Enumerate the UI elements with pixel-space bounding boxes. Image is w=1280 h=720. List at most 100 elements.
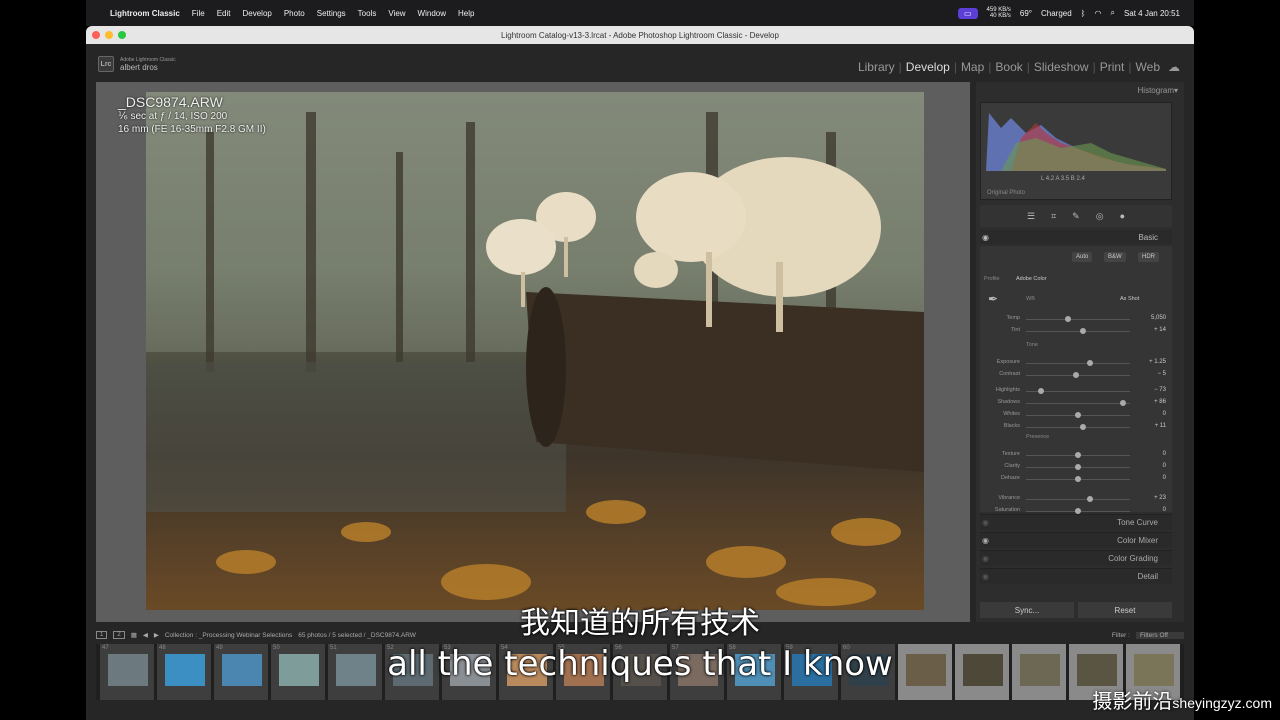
menu-develop[interactable]: Develop (242, 9, 271, 18)
module-book[interactable]: Book (995, 60, 1022, 74)
menu-photo[interactable]: Photo (284, 9, 305, 18)
module-slideshow[interactable]: Slideshow (1034, 60, 1089, 74)
red-eye-icon[interactable]: ◎ (1096, 211, 1104, 222)
slider-thumb[interactable] (1072, 372, 1079, 378)
edit-sliders-icon[interactable]: ☰ (1027, 211, 1035, 222)
masking-icon[interactable]: ● (1120, 211, 1125, 221)
slider-whites[interactable]: Whites 0 (980, 410, 1172, 420)
cloud-icon[interactable]: ☁ (1168, 60, 1180, 74)
color-mixer-panel[interactable]: ◉ Color Mixer (980, 532, 1172, 548)
slider-thumb[interactable] (1087, 496, 1094, 502)
minimize-window-button[interactable] (105, 31, 113, 39)
slider-label: Temp (1006, 315, 1020, 321)
menu-window[interactable]: Window (418, 9, 446, 18)
zoom-window-button[interactable] (118, 31, 126, 39)
bw-button[interactable]: B&W (1104, 252, 1126, 262)
slider-temp[interactable]: Temp 5,050 (980, 314, 1172, 324)
slider-value[interactable]: 5,050 (1151, 315, 1166, 321)
eye-icon[interactable]: ◉ (982, 233, 989, 242)
slider-thumb[interactable] (1075, 476, 1081, 482)
bluetooth-icon[interactable]: ᛒ (1081, 9, 1086, 18)
profile-select[interactable]: Adobe Color (1016, 276, 1047, 282)
slider-thumb[interactable] (1075, 464, 1081, 470)
menu-tools[interactable]: Tools (358, 9, 377, 18)
menu-settings[interactable]: Settings (317, 9, 346, 18)
temperature-readout[interactable]: 69° (1020, 9, 1032, 18)
slider-thumb[interactable] (1037, 388, 1044, 394)
slider-value[interactable]: + 86 (1154, 399, 1166, 405)
slider-dehaze[interactable]: Dehaze 0 (980, 474, 1172, 484)
slider-texture[interactable]: Texture 0 (980, 450, 1172, 460)
auto-button[interactable]: Auto (1072, 252, 1093, 262)
module-library[interactable]: Library (858, 60, 895, 74)
tone-curve-panel[interactable]: ◉ Tone Curve (980, 514, 1172, 530)
crop-icon[interactable]: ⌗ (1051, 211, 1056, 222)
slider-value[interactable]: − 5 (1157, 371, 1166, 377)
menu-help[interactable]: Help (458, 9, 474, 18)
hdr-button[interactable]: HDR (1138, 252, 1159, 262)
slider-thumb[interactable] (1119, 400, 1126, 406)
slider-tint[interactable]: Tint + 14 (980, 326, 1172, 336)
search-icon[interactable]: ⌕ (1110, 8, 1114, 18)
wb-select[interactable]: As Shot (1120, 296, 1139, 302)
screen-share-icon[interactable]: ▭ (957, 7, 978, 19)
slider-thumb[interactable] (1080, 328, 1087, 334)
slider-thumb[interactable] (1075, 452, 1081, 458)
battery-status[interactable]: Charged (1041, 9, 1072, 18)
slider-track[interactable] (1026, 403, 1130, 404)
slider-vibrance[interactable]: Vibrance + 23 (980, 494, 1172, 504)
slider-value[interactable]: 0 (1163, 507, 1166, 513)
eye-icon[interactable]: ◉ (982, 572, 989, 581)
detail-panel[interactable]: ◉ Detail (980, 568, 1172, 584)
menu-edit[interactable]: Edit (217, 9, 231, 18)
slider-thumb[interactable] (1075, 412, 1081, 418)
eye-icon[interactable]: ◉ (982, 518, 989, 527)
slider-value[interactable]: + 14 (1154, 327, 1166, 333)
original-photo-checkbox[interactable]: Original Photo (987, 190, 1025, 196)
slider-value[interactable]: 0 (1163, 451, 1166, 457)
slider-track[interactable] (1026, 331, 1130, 332)
slider-value[interactable]: 0 (1163, 475, 1166, 481)
module-web[interactable]: Web (1136, 60, 1160, 74)
histogram[interactable]: L 4.2 A 3.5 B 2.4 Original Photo (980, 102, 1172, 200)
slider-contrast[interactable]: Contrast − 5 (980, 370, 1172, 380)
slider-value[interactable]: − 73 (1154, 387, 1166, 393)
menu-file[interactable]: File (192, 9, 205, 18)
slider-thumb[interactable] (1064, 316, 1071, 322)
healing-icon[interactable]: ✎ (1072, 211, 1080, 222)
app-subtitle: Adobe Lightroom Classic (120, 56, 176, 63)
slider-track[interactable] (1026, 427, 1130, 428)
slider-blacks[interactable]: Blacks + 11 (980, 422, 1172, 432)
slider-shadows[interactable]: Shadows + 86 (980, 398, 1172, 408)
slider-value[interactable]: + 1.25 (1149, 359, 1166, 365)
slider-clarity[interactable]: Clarity 0 (980, 462, 1172, 472)
slider-value[interactable]: + 23 (1154, 495, 1166, 501)
clock[interactable]: Sat 4 Jan 20:51 (1124, 9, 1180, 18)
slider-value[interactable]: 0 (1163, 411, 1166, 417)
wifi-icon[interactable]: ◠ (1094, 9, 1101, 18)
color-grading-panel[interactable]: ◉ Color Grading (980, 550, 1172, 566)
slider-track[interactable] (1026, 319, 1130, 320)
eyedropper-icon[interactable]: ✒ (988, 292, 998, 306)
close-window-button[interactable] (92, 31, 100, 39)
mushroom-photo[interactable] (146, 92, 924, 610)
basic-panel-header[interactable]: ◉ Basic (980, 230, 1172, 244)
slider-track[interactable] (1026, 363, 1130, 364)
photo-canvas[interactable]: _DSC9874.ARW ⅙ sec at ƒ / 14, ISO 200 16… (96, 82, 970, 622)
module-develop[interactable]: Develop (906, 60, 950, 74)
slider-thumb[interactable] (1080, 424, 1087, 430)
eye-icon[interactable]: ◉ (982, 536, 989, 545)
slider-highlights[interactable]: Highlights − 73 (980, 386, 1172, 396)
exposure-info: ⅙ sec at ƒ / 14, ISO 200 (118, 111, 228, 122)
slider-exposure[interactable]: Exposure + 1.25 (980, 358, 1172, 368)
slider-track[interactable] (1026, 499, 1130, 500)
slider-thumb[interactable] (1087, 360, 1094, 366)
menu-app-name[interactable]: Lightroom Classic (110, 9, 180, 18)
module-print[interactable]: Print (1100, 60, 1125, 74)
eye-icon[interactable]: ◉ (982, 554, 989, 563)
module-map[interactable]: Map (961, 60, 984, 74)
slider-value[interactable]: 0 (1163, 463, 1166, 469)
menu-view[interactable]: View (388, 9, 405, 18)
slider-value[interactable]: + 11 (1155, 423, 1166, 429)
histogram-header[interactable]: Histogram ▾ (976, 82, 1184, 98)
